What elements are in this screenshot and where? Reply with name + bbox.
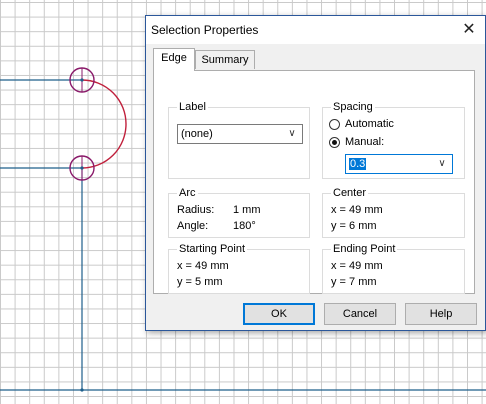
manual-spacing-combo[interactable]: 0.3 ∨ (345, 154, 453, 174)
angle-value: 180° (233, 220, 256, 232)
vertex-end-dot (80, 166, 84, 170)
ending-point-title: Ending Point (331, 243, 398, 255)
vertex-bottom-dot (80, 388, 84, 392)
cancel-button[interactable]: Cancel (324, 303, 396, 325)
dialog-title: Selection Properties (151, 23, 259, 37)
manual-radio[interactable] (329, 137, 340, 148)
spacing-group-title: Spacing (331, 101, 375, 113)
arc-group: Arc Radius: 1 mm Angle: 180° (168, 187, 310, 238)
chevron-down-icon: ∨ (438, 158, 446, 169)
label-select-value: (none) (181, 128, 213, 140)
center-group: Center x = 49 mm y = 6 mm (322, 187, 465, 238)
center-group-title: Center (331, 187, 369, 199)
selected-arc[interactable] (81, 79, 127, 169)
center-x: x = 49 mm (331, 204, 383, 216)
dialog-titlebar[interactable]: Selection Properties ✕ (146, 16, 485, 44)
selection-properties-dialog: Selection Properties ✕ Edge Summary Labe… (145, 15, 486, 331)
vertex-start-dot (80, 78, 84, 82)
center-y: y = 6 mm (331, 220, 377, 232)
angle-label: Angle: (177, 220, 209, 232)
automatic-radio[interactable] (329, 119, 340, 130)
ok-button[interactable]: OK (243, 303, 315, 325)
edge-tab-panel: Label (none) ∨ Spacing Automatic Manual:… (153, 70, 475, 294)
manual-spacing-value: 0.3 (349, 158, 367, 170)
start-y: y = 5 mm (177, 276, 223, 288)
radius-label: Radius: (177, 204, 215, 216)
starting-point-title: Starting Point (177, 243, 248, 255)
label-group: Label (none) ∨ (168, 101, 310, 179)
starting-point-group: Starting Point x = 49 mm y = 5 mm (168, 243, 310, 294)
radius-value: 1 mm (233, 204, 261, 216)
help-button[interactable]: Help (405, 303, 477, 325)
tab-edge[interactable]: Edge (153, 48, 195, 71)
manual-label[interactable]: Manual: (345, 136, 384, 148)
close-icon[interactable]: ✕ (454, 17, 484, 43)
ending-point-group: Ending Point x = 49 mm y = 7 mm (322, 243, 465, 294)
spacing-group: Spacing Automatic Manual: 0.3 ∨ (322, 101, 465, 179)
label-select[interactable]: (none) ∨ (177, 124, 303, 144)
tab-summary[interactable]: Summary (195, 50, 255, 69)
end-y: y = 7 mm (331, 276, 377, 288)
chevron-down-icon: ∨ (288, 128, 296, 139)
label-group-title: Label (177, 101, 208, 113)
start-x: x = 49 mm (177, 260, 229, 272)
automatic-label[interactable]: Automatic (345, 118, 394, 130)
end-x: x = 49 mm (331, 260, 383, 272)
arc-group-title: Arc (177, 187, 198, 199)
